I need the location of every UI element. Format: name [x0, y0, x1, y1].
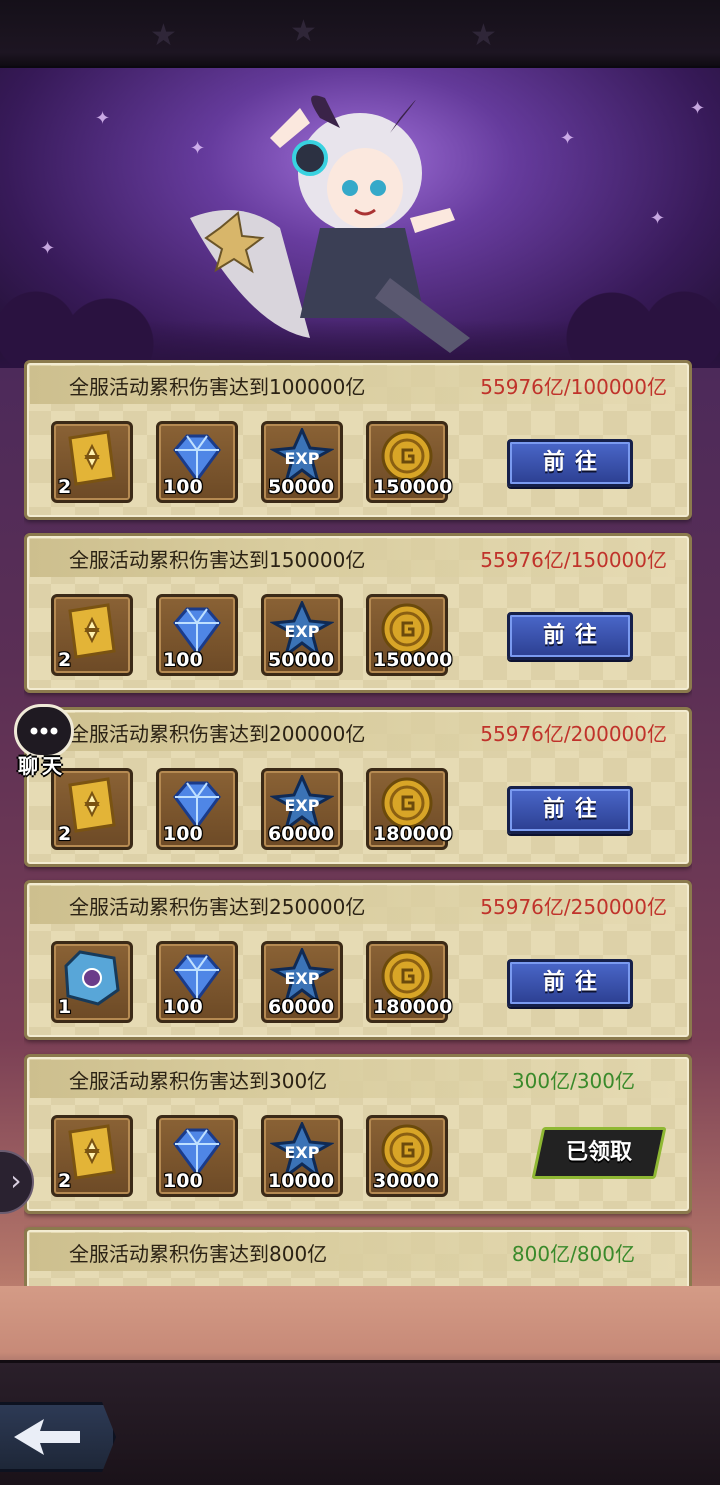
goto-button[interactable]: 前往 [507, 786, 633, 834]
reward-slot[interactable]: 150000 [366, 594, 452, 676]
reward-quantity: 180000 [373, 996, 453, 1018]
reward-slot[interactable]: 1 [51, 941, 133, 1023]
reward-slot[interactable]: 180000 [366, 941, 452, 1023]
task-title: 全服活动累积伤害达到800亿 [69, 1242, 328, 1266]
reward-slot[interactable]: EXP 50000 [261, 594, 343, 676]
task-title: 全服活动累积伤害达到150000亿 [69, 548, 366, 572]
task-progress: 55976亿/100000亿 [480, 375, 667, 399]
task-list[interactable]: 全服活动累积伤害达到100000亿 55976亿/100000亿 2 100 E… [24, 360, 692, 1286]
svg-text:EXP: EXP [285, 796, 320, 815]
reward-slot[interactable]: EXP 10000 [261, 1115, 343, 1197]
reward-slot[interactable]: EXP 60000 [261, 768, 343, 850]
task-title: 全服活动累积伤害达到300亿 [69, 1069, 328, 1093]
task-card: 全服活动累积伤害达到200000亿 55976亿/200000亿 2 100 E… [24, 707, 692, 867]
reward-quantity: 100 [163, 1170, 203, 1192]
reward-quantity: 100 [163, 823, 203, 845]
reward-quantity: 100 [163, 996, 203, 1018]
task-progress: 55976亿/200000亿 [480, 722, 667, 746]
top-bar: ★ ★ ★ [0, 0, 720, 68]
reward-quantity: 60000 [268, 996, 335, 1018]
reward-slot[interactable]: 30000 [366, 1115, 448, 1197]
sparkle-icon: ✦ [560, 128, 576, 149]
star-decoration-icon: ★ [470, 18, 497, 53]
reward-slot[interactable]: 100 [156, 421, 238, 503]
goto-button[interactable]: 前往 [507, 612, 633, 660]
reward-quantity: 50000 [268, 649, 335, 671]
reward-slot[interactable]: 2 [51, 594, 133, 676]
reward-quantity: 150000 [373, 649, 453, 671]
reward-quantity: 180000 [373, 823, 453, 845]
chat-label: 聊天 [18, 754, 66, 778]
task-title: 全服活动累积伤害达到200000亿 [69, 722, 366, 746]
svg-text:EXP: EXP [285, 449, 320, 468]
sparkle-icon: ✦ [95, 108, 111, 129]
star-decoration-icon: ★ [150, 18, 177, 53]
task-title: 全服活动累积伤害达到250000亿 [69, 895, 366, 919]
svg-text:EXP: EXP [285, 622, 320, 641]
task-card: 全服活动累积伤害达到300亿 300亿/300亿 2 100 EXP 10000 [24, 1054, 692, 1214]
reward-slot[interactable]: 100 [156, 768, 238, 850]
claimed-label: 已领取 [565, 1140, 632, 1165]
task-card: 全服活动累积伤害达到100000亿 55976亿/100000亿 2 100 E… [24, 360, 692, 520]
reward-quantity: 150000 [373, 476, 453, 498]
reward-slot[interactable]: 150000 [366, 421, 452, 503]
chat-button[interactable]: 聊天 [14, 704, 76, 778]
reward-slot[interactable]: 2 [51, 1115, 133, 1197]
reward-quantity: 60000 [268, 823, 335, 845]
event-screen: ★ ★ ★ ✦ ✦ ✦ ✦ ✦ ✦ [0, 0, 720, 1485]
reward-quantity: 2 [58, 1170, 72, 1192]
reward-slot[interactable]: 2 [51, 768, 133, 850]
reward-quantity: 2 [58, 823, 72, 845]
task-title: 全服活动累积伤害达到100000亿 [69, 375, 366, 399]
reward-quantity: 2 [58, 649, 72, 671]
reward-quantity: 100 [163, 649, 203, 671]
reward-quantity: 1 [58, 996, 72, 1018]
reward-slot[interactable]: EXP 50000 [261, 421, 343, 503]
back-arrow-icon [14, 1419, 80, 1455]
task-card: 全服活动累积伤害达到800亿 800亿/800亿 [24, 1227, 692, 1286]
task-card: 全服活动累积伤害达到250000亿 55976亿/250000亿 1 100 E… [24, 880, 692, 1040]
svg-text:EXP: EXP [285, 969, 320, 988]
svg-text:EXP: EXP [285, 1143, 320, 1162]
reward-quantity: 30000 [373, 1170, 440, 1192]
goto-button[interactable]: 前往 [507, 959, 633, 1007]
reward-slot[interactable]: EXP 60000 [261, 941, 343, 1023]
reward-quantity: 50000 [268, 476, 335, 498]
task-progress: 300亿/300亿 [511, 1069, 635, 1093]
reward-slot[interactable]: 100 [156, 594, 238, 676]
ellipsis-icon [30, 727, 58, 735]
reward-slot[interactable]: 100 [156, 1115, 238, 1197]
reward-slot[interactable]: 2 [51, 421, 133, 503]
back-button[interactable] [0, 1402, 116, 1472]
task-card: 全服活动累积伤害达到150000亿 55976亿/150000亿 2 100 E… [24, 533, 692, 693]
task-progress: 55976亿/150000亿 [480, 548, 667, 572]
character-illustration [190, 95, 470, 353]
reward-quantity: 2 [58, 476, 72, 498]
star-decoration-icon: ★ [290, 14, 317, 49]
event-banner: ✦ ✦ ✦ ✦ ✦ ✦ [0, 68, 720, 368]
goto-button[interactable]: 前往 [507, 439, 633, 487]
sparkle-icon: ✦ [690, 98, 706, 119]
reward-slot[interactable]: 100 [156, 941, 238, 1023]
reward-quantity: 10000 [268, 1170, 335, 1192]
reward-slot[interactable]: 180000 [366, 768, 452, 850]
reward-quantity: 100 [163, 476, 203, 498]
claimed-badge: 已领取 [531, 1127, 667, 1179]
task-progress: 800亿/800亿 [511, 1242, 635, 1266]
sparkle-icon: ✦ [650, 208, 666, 229]
task-progress: 55976亿/250000亿 [480, 895, 667, 919]
